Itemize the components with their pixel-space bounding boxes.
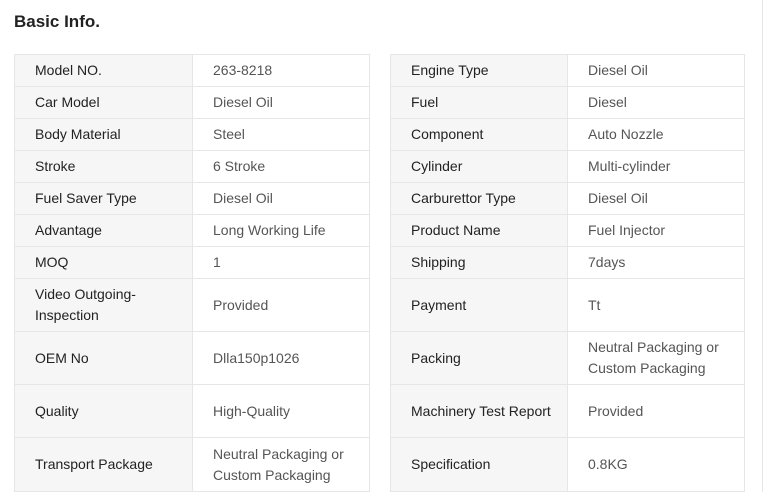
spec-label: Model NO.: [14, 54, 193, 87]
table-row: Advantage Long Working Life: [14, 214, 370, 247]
spec-value: Steel: [192, 118, 370, 151]
spec-value: Neutral Packaging or Custom Packaging: [567, 331, 745, 385]
table-row: OEM No Dlla150p1026: [14, 331, 370, 385]
table-row: Fuel Diesel: [390, 86, 745, 119]
spec-value: Long Working Life: [192, 214, 370, 247]
spec-label: Transport Package: [14, 437, 193, 492]
spec-label: Payment: [390, 278, 568, 332]
spec-label: Quality: [14, 384, 193, 438]
spec-value: Provided: [192, 278, 370, 332]
table-row: MOQ 1: [14, 246, 370, 279]
spec-value: 0.8KG: [567, 437, 745, 492]
table-row: Machinery Test Report Provided: [390, 384, 745, 438]
spec-value: Provided: [567, 384, 745, 438]
spec-value: Auto Nozzle: [567, 118, 745, 151]
spec-label: Specification: [390, 437, 568, 492]
spec-label: Advantage: [14, 214, 193, 247]
spec-table-left: Model NO. 263-8218 Car Model Diesel Oil …: [14, 54, 370, 492]
spec-label: Car Model: [14, 86, 193, 119]
table-row: Carburettor Type Diesel Oil: [390, 182, 745, 215]
spec-value: Diesel Oil: [567, 182, 745, 215]
spec-label: Body Material: [14, 118, 193, 151]
table-row: Video Outgoing-Inspection Provided: [14, 278, 370, 332]
spec-value: 263-8218: [192, 54, 370, 87]
spec-value: 7days: [567, 246, 745, 279]
table-row: Stroke 6 Stroke: [14, 150, 370, 183]
table-row: Cylinder Multi-cylinder: [390, 150, 745, 183]
spec-label: Engine Type: [390, 54, 568, 87]
table-row: Shipping 7days: [390, 246, 745, 279]
spec-value: Neutral Packaging or Custom Packaging: [192, 437, 370, 492]
spec-label: Stroke: [14, 150, 193, 183]
table-row: Car Model Diesel Oil: [14, 86, 370, 119]
spec-label: Cylinder: [390, 150, 568, 183]
spec-value: 1: [192, 246, 370, 279]
spec-label: Fuel Saver Type: [14, 182, 193, 215]
spec-value: 6 Stroke: [192, 150, 370, 183]
table-row: Body Material Steel: [14, 118, 370, 151]
section-title: Basic Info.: [14, 12, 100, 31]
spec-value: Fuel Injector: [567, 214, 745, 247]
spec-label: Component: [390, 118, 568, 151]
spec-table-right: Engine Type Diesel Oil Fuel Diesel Compo…: [390, 54, 745, 492]
table-row: Fuel Saver Type Diesel Oil: [14, 182, 370, 215]
spec-label: Shipping: [390, 246, 568, 279]
spec-value: Multi-cylinder: [567, 150, 745, 183]
table-row: Packing Neutral Packaging or Custom Pack…: [390, 331, 745, 385]
table-row: Model NO. 263-8218: [14, 54, 370, 87]
spec-label: MOQ: [14, 246, 193, 279]
table-row: Payment Tt: [390, 278, 745, 332]
spec-label: OEM No: [14, 331, 193, 385]
spec-value: Diesel Oil: [192, 86, 370, 119]
table-row: Transport Package Neutral Packaging or C…: [14, 437, 370, 492]
table-row: Quality High-Quality: [14, 384, 370, 438]
spec-value: Tt: [567, 278, 745, 332]
spec-label: Fuel: [390, 86, 568, 119]
spec-label: Video Outgoing-Inspection: [14, 278, 193, 332]
table-row: Engine Type Diesel Oil: [390, 54, 745, 87]
spec-value: Diesel Oil: [192, 182, 370, 215]
spec-value: Diesel: [567, 86, 745, 119]
spec-label: Carburettor Type: [390, 182, 568, 215]
table-row: Component Auto Nozzle: [390, 118, 745, 151]
spec-value: Diesel Oil: [567, 54, 745, 87]
spec-value: Dlla150p1026: [192, 331, 370, 385]
spec-label: Machinery Test Report: [390, 384, 568, 438]
table-row: Specification 0.8KG: [390, 437, 745, 492]
spec-label: Product Name: [390, 214, 568, 247]
spec-value: High-Quality: [192, 384, 370, 438]
table-row: Product Name Fuel Injector: [390, 214, 745, 247]
spec-label: Packing: [390, 331, 568, 385]
